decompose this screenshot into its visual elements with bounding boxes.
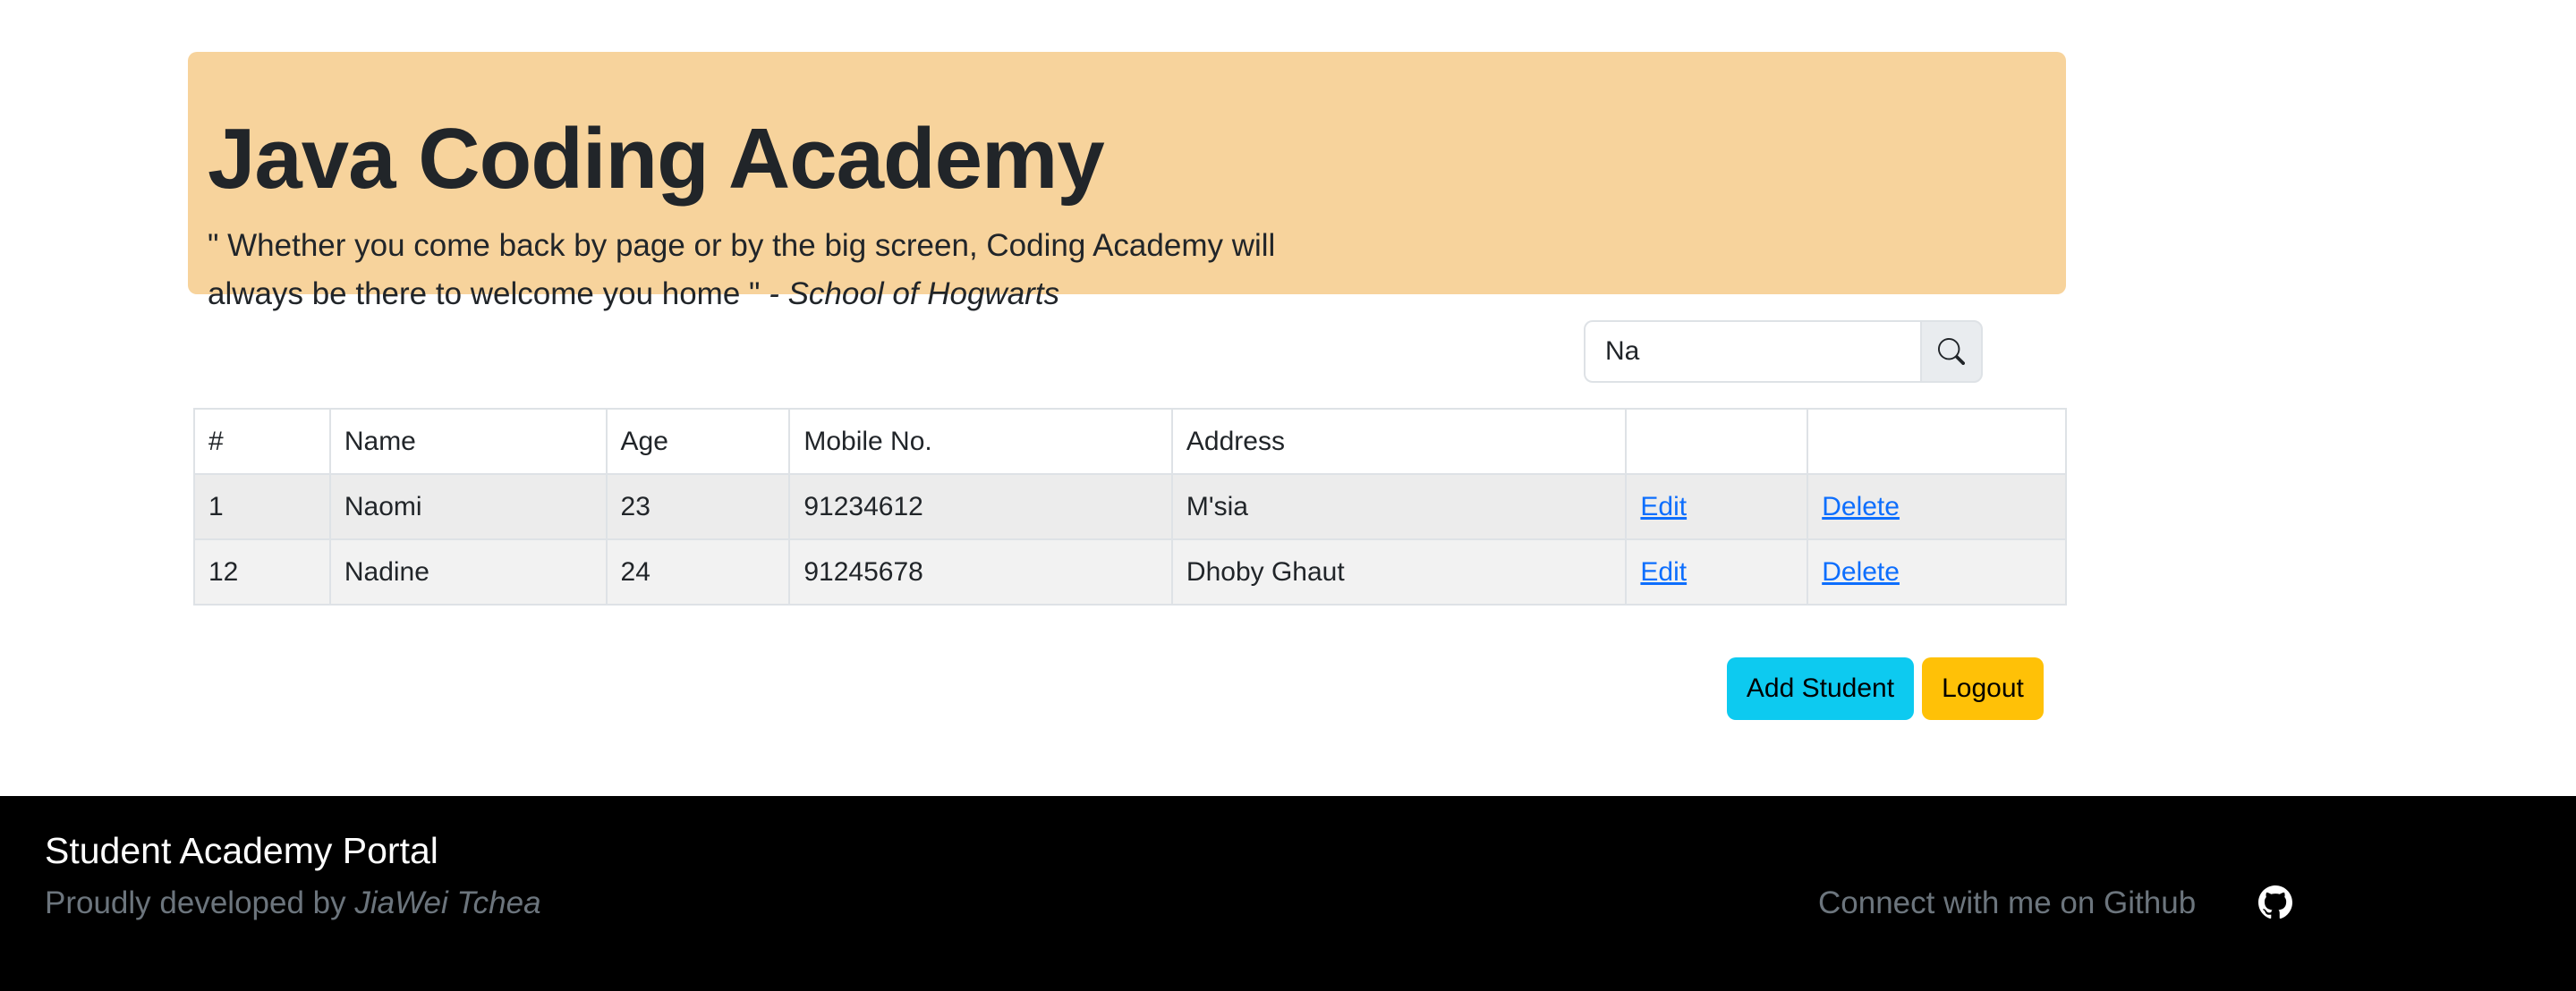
hero-banner: Java Coding Academy " Whether you come b… [188, 52, 2066, 311]
column-header-age: Age [605, 408, 791, 475]
cell-address: Dhoby Ghaut [1170, 538, 1628, 606]
cell-age: 24 [605, 538, 791, 606]
column-header-delete [1807, 408, 2067, 475]
cell-name: Nadine [328, 538, 608, 606]
search-icon [1938, 338, 1965, 365]
search-input[interactable] [1584, 320, 1920, 383]
add-student-button[interactable]: Add Student [1727, 657, 1914, 720]
footer-title: Student Academy Portal [45, 830, 438, 871]
quote-attribution: - School of Hogwarts [769, 276, 1060, 311]
delete-link[interactable]: Delete [1822, 557, 1900, 587]
cell-address: M'sia [1170, 473, 1628, 540]
table-header-row: # Name Age Mobile No. Address [193, 408, 2067, 475]
cell-edit: Edit [1625, 473, 1809, 540]
cell-age: 23 [605, 473, 791, 540]
hero-quote: " Whether you come back by page or by th… [208, 222, 1299, 318]
search-button[interactable] [1920, 320, 1983, 383]
delete-link[interactable]: Delete [1822, 492, 1900, 521]
column-header-id: # [193, 408, 331, 475]
students-table: # Name Age Mobile No. Address 1 Naomi 23… [193, 408, 2067, 606]
github-icon [2258, 885, 2292, 924]
quote-text: " Whether you come back by page or by th… [208, 228, 1276, 311]
cell-edit: Edit [1625, 538, 1809, 606]
footer-connect-text: Connect with me on Github [1818, 885, 2197, 920]
column-header-address: Address [1170, 408, 1628, 475]
cell-delete: Delete [1807, 538, 2067, 606]
page: Java Coding Academy " Whether you come b… [0, 0, 2576, 991]
credit-author: JiaWei Tchea [354, 885, 541, 920]
search-bar [1584, 320, 1983, 383]
column-header-name: Name [328, 408, 608, 475]
cell-id: 12 [193, 538, 331, 606]
edit-link[interactable]: Edit [1640, 557, 1687, 587]
cell-mobile: 91234612 [788, 473, 1173, 540]
cell-delete: Delete [1807, 473, 2067, 540]
column-header-mobile: Mobile No. [788, 408, 1173, 475]
table-row: 1 Naomi 23 91234612 M'sia Edit Delete [193, 473, 2067, 540]
column-header-edit [1625, 408, 1809, 475]
cell-name: Naomi [328, 473, 608, 540]
edit-link[interactable]: Edit [1640, 492, 1687, 521]
page-title: Java Coding Academy [208, 111, 1105, 207]
cell-id: 1 [193, 473, 331, 540]
logout-button[interactable]: Logout [1922, 657, 2044, 720]
cell-mobile: 91245678 [788, 538, 1173, 606]
table-row: 12 Nadine 24 91245678 Dhoby Ghaut Edit D… [193, 538, 2067, 606]
github-link[interactable] [2258, 885, 2292, 919]
footer-credit: Proudly developed by JiaWei Tchea [45, 885, 541, 921]
footer: Student Academy Portal Proudly developed… [0, 796, 2576, 991]
credit-prefix: Proudly developed by [45, 885, 346, 920]
